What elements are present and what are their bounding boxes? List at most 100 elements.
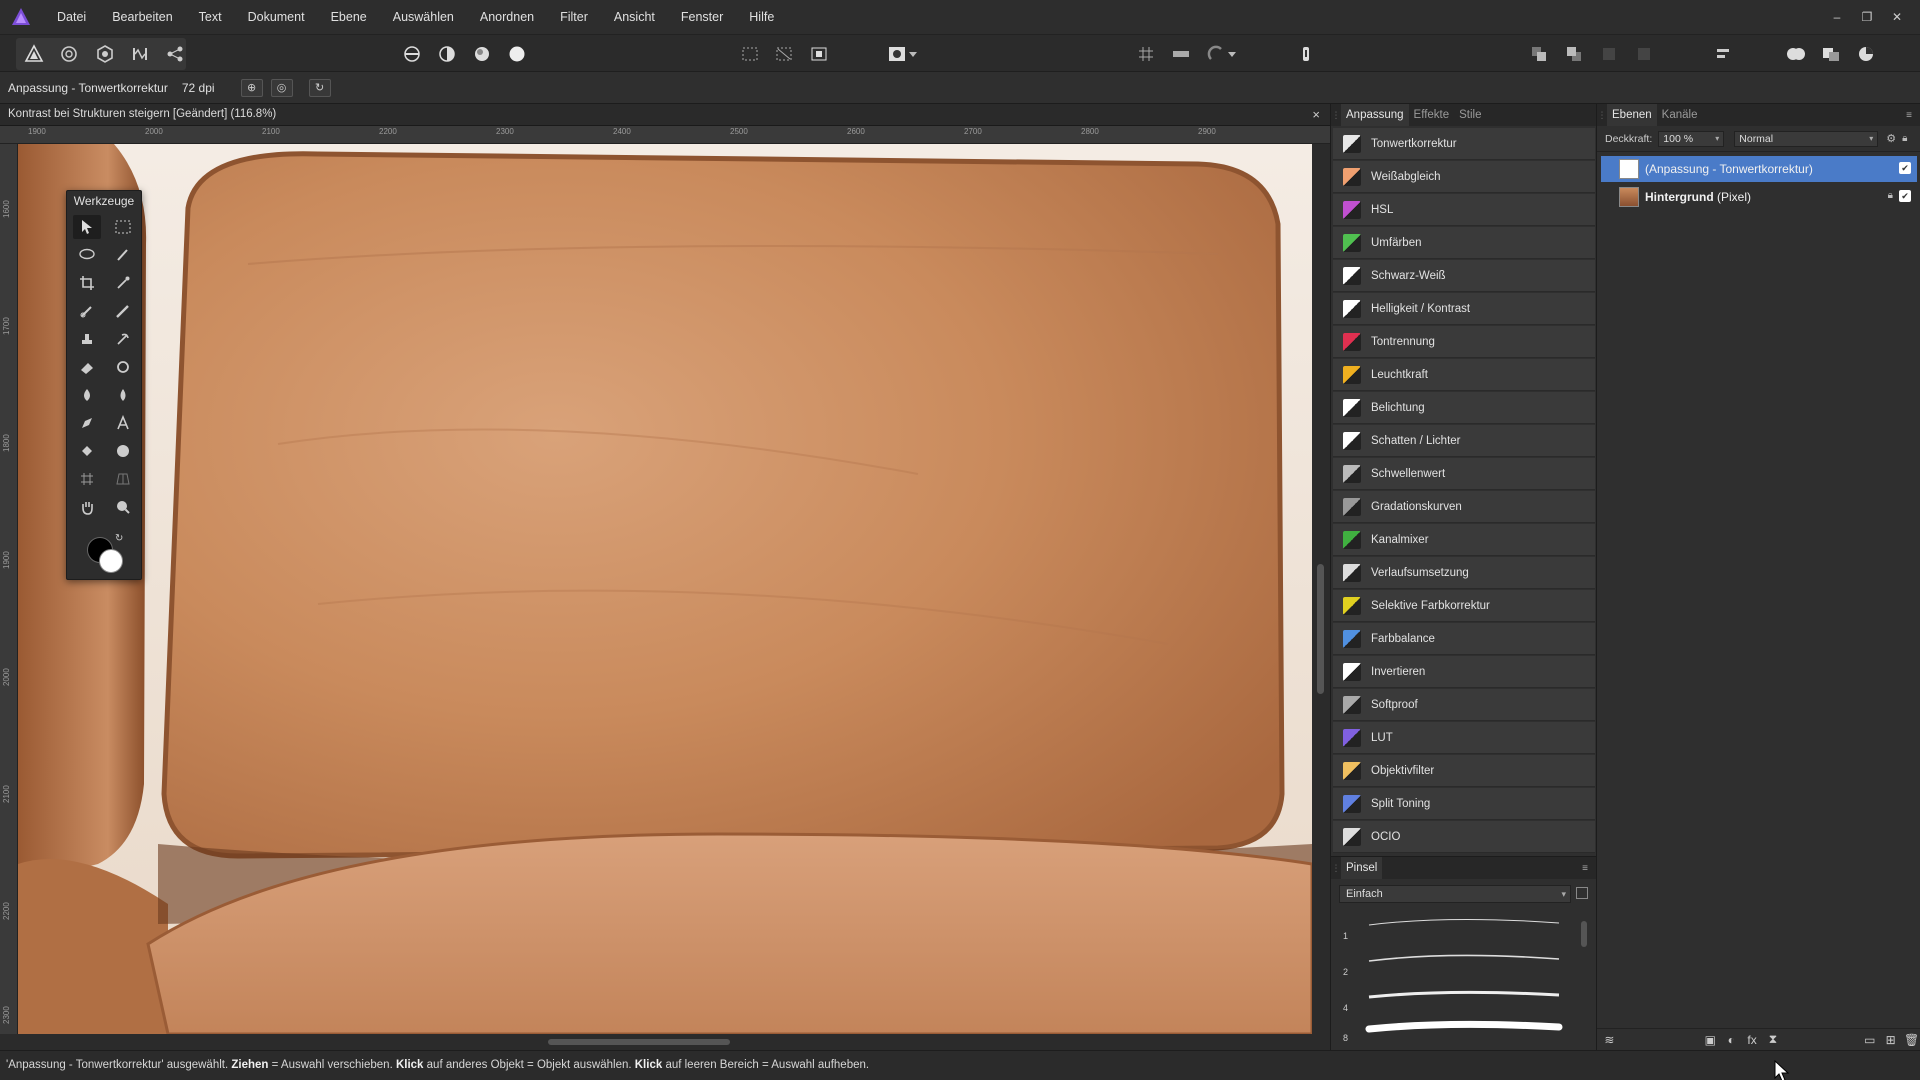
adjustment-item[interactable]: Split Toning <box>1333 788 1595 820</box>
invert-selection-icon[interactable] <box>806 41 832 67</box>
gear-icon[interactable]: ⚙ <box>1886 132 1896 145</box>
adjustment-layer-icon[interactable]: ◐ <box>1723 1032 1740 1048</box>
adjustment-item[interactable]: Tonwertkorrektur <box>1333 128 1595 160</box>
layer-visibility-checkbox[interactable]: ✔ <box>1899 162 1911 174</box>
adjustment-item[interactable]: Leuchtkraft <box>1333 359 1595 391</box>
undo-brush-tool-icon[interactable] <box>109 327 137 351</box>
layer-visibility-checkbox[interactable]: ✔ <box>1899 190 1911 202</box>
color-swatches[interactable]: ↻ <box>85 533 129 575</box>
boolean-intersect-icon[interactable] <box>1853 41 1879 67</box>
live-filter-icon[interactable]: ⧗ <box>1765 1032 1782 1048</box>
document-canvas[interactable] <box>18 144 1312 1034</box>
assistant-manager-icon[interactable] <box>1293 41 1319 67</box>
panel-menu-icon[interactable]: ≡ <box>1906 110 1912 121</box>
fx-icon[interactable]: fx <box>1744 1032 1761 1048</box>
adjustment-item[interactable]: Verlaufsumsetzung <box>1333 557 1595 589</box>
menu-ansicht[interactable]: Ansicht <box>601 0 668 34</box>
smudge-brush-tool-icon[interactable] <box>73 383 101 407</box>
close-document-icon[interactable]: × <box>1312 107 1320 122</box>
erase-brush-tool-icon[interactable] <box>73 355 101 379</box>
paint-brush-tool-icon[interactable] <box>73 299 101 323</box>
panel-menu-icon[interactable]: ≡ <box>1582 863 1588 874</box>
tone-mapping-persona-icon[interactable] <box>127 41 153 67</box>
horizontal-scroll-thumb[interactable] <box>548 1039 730 1045</box>
canvas-horizontal-scrollbar[interactable] <box>0 1034 1330 1050</box>
zoom-tool-icon[interactable] <box>109 495 137 519</box>
adjustment-item[interactable]: Farbbalance <box>1333 623 1595 655</box>
lock-icon[interactable]: 🔒︎ <box>1902 133 1907 144</box>
snapping-grid-icon[interactable] <box>1133 41 1159 67</box>
adjustment-item[interactable]: LUT <box>1333 722 1595 754</box>
hand-tool-icon[interactable] <box>73 495 101 519</box>
folder-icon[interactable]: ▭ <box>1861 1032 1878 1048</box>
align-icon[interactable] <box>1710 41 1736 67</box>
tab-pinsel[interactable]: Pinsel <box>1341 857 1383 879</box>
document-tab[interactable]: Kontrast bei Strukturen steigern [Geände… <box>0 104 1330 126</box>
layer-row-adjustment[interactable]: (Anpassung - Tonwertkorrektur) ✔ <box>1601 156 1917 182</box>
minimize-button[interactable]: – <box>1822 10 1852 24</box>
tab-kanaele[interactable]: Kanäle <box>1657 104 1703 126</box>
adjustment-item[interactable]: Kanalmixer <box>1333 524 1595 556</box>
layer-row-background[interactable]: Hintergrund (Pixel) 🔒︎ ✔ <box>1601 184 1917 210</box>
pixel-tool-icon[interactable] <box>109 299 137 323</box>
brushes-scroll-thumb[interactable] <box>1581 921 1587 947</box>
adjustment-item[interactable]: Weißabgleich <box>1333 161 1595 193</box>
swap-colors-icon[interactable]: ↻ <box>115 533 123 544</box>
photo-persona-icon[interactable] <box>21 41 47 67</box>
move-crosshair-icon[interactable]: ⊕ <box>240 78 263 97</box>
menu-text[interactable]: Text <box>186 0 235 34</box>
menu-hilfe[interactable]: Hilfe <box>736 0 787 34</box>
arrange-back-icon[interactable] <box>1526 41 1552 67</box>
mesh-warp-tool-icon[interactable] <box>73 467 101 491</box>
tab-stile[interactable]: Stile <box>1454 104 1486 126</box>
boolean-subtract-icon[interactable] <box>1818 41 1844 67</box>
adjustment-item[interactable]: Umfärben <box>1333 227 1595 259</box>
arrange-bottom-icon[interactable] <box>1631 41 1657 67</box>
crop-tool-icon[interactable] <box>73 271 101 295</box>
panel-grip-icon[interactable]: ⋮ <box>1597 110 1607 121</box>
mask-layer-icon[interactable]: ▣ <box>1702 1032 1719 1048</box>
brush-preset[interactable]: 2 <box>1339 947 1571 983</box>
adjustment-item[interactable]: Invertieren <box>1333 656 1595 688</box>
brush-preset[interactable]: 1 <box>1339 911 1571 947</box>
tab-ebenen[interactable]: Ebenen <box>1607 104 1657 126</box>
selection-mode-icon[interactable] <box>737 41 763 67</box>
quick-mask-dropdown-icon[interactable] <box>906 41 920 67</box>
auto-levels-icon[interactable] <box>399 41 425 67</box>
menu-anordnen[interactable]: Anordnen <box>467 0 547 34</box>
restore-button[interactable]: ❐ <box>1852 10 1882 24</box>
selection-brush-tool-icon[interactable] <box>109 243 137 267</box>
rotate-icon[interactable]: ↻ <box>308 78 331 97</box>
rect-marquee-tool-icon[interactable] <box>109 215 137 239</box>
menu-datei[interactable]: Datei <box>44 0 99 34</box>
close-window-button[interactable]: ✕ <box>1882 10 1912 24</box>
adjustment-item[interactable]: Schatten / Lichter <box>1333 425 1595 457</box>
affinity-photo-logo-icon[interactable] <box>10 6 32 28</box>
adjustment-item[interactable]: Schwellenwert <box>1333 458 1595 490</box>
freehand-selection-tool-icon[interactable] <box>73 243 101 267</box>
color-picker-tool-icon[interactable] <box>109 271 137 295</box>
adjustment-item[interactable]: Helligkeit / Kontrast <box>1333 293 1595 325</box>
menu-filter[interactable]: Filter <box>547 0 601 34</box>
auto-contrast-icon[interactable] <box>434 41 460 67</box>
brush-options-icon[interactable] <box>1576 887 1588 899</box>
trash-icon[interactable]: 🗑︎ <box>1903 1032 1920 1048</box>
adjustment-item[interactable]: Softproof <box>1333 689 1595 721</box>
view-mode-icon[interactable]: ◎ <box>270 78 293 97</box>
dodge-brush-tool-icon[interactable] <box>109 355 137 379</box>
deselect-icon[interactable] <box>771 41 797 67</box>
blur-brush-tool-icon[interactable] <box>109 383 137 407</box>
export-persona-icon[interactable] <box>162 41 188 67</box>
auto-white-balance-icon[interactable] <box>504 41 530 67</box>
menu-ebene[interactable]: Ebene <box>318 0 380 34</box>
menu-auswaehlen[interactable]: Auswählen <box>380 0 467 34</box>
tab-anpassung[interactable]: Anpassung <box>1341 104 1409 126</box>
adjustment-item[interactable]: Tontrennung <box>1333 326 1595 358</box>
clone-brush-tool-icon[interactable] <box>73 327 101 351</box>
auto-colors-icon[interactable] <box>469 41 495 67</box>
layer-stack-icon[interactable]: ≋ <box>1601 1032 1618 1048</box>
develop-persona-icon[interactable] <box>92 41 118 67</box>
brush-preset[interactable]: 8 <box>1339 1013 1571 1049</box>
menu-dokument[interactable]: Dokument <box>235 0 318 34</box>
snapping-dropdown-icon[interactable] <box>1225 41 1239 67</box>
